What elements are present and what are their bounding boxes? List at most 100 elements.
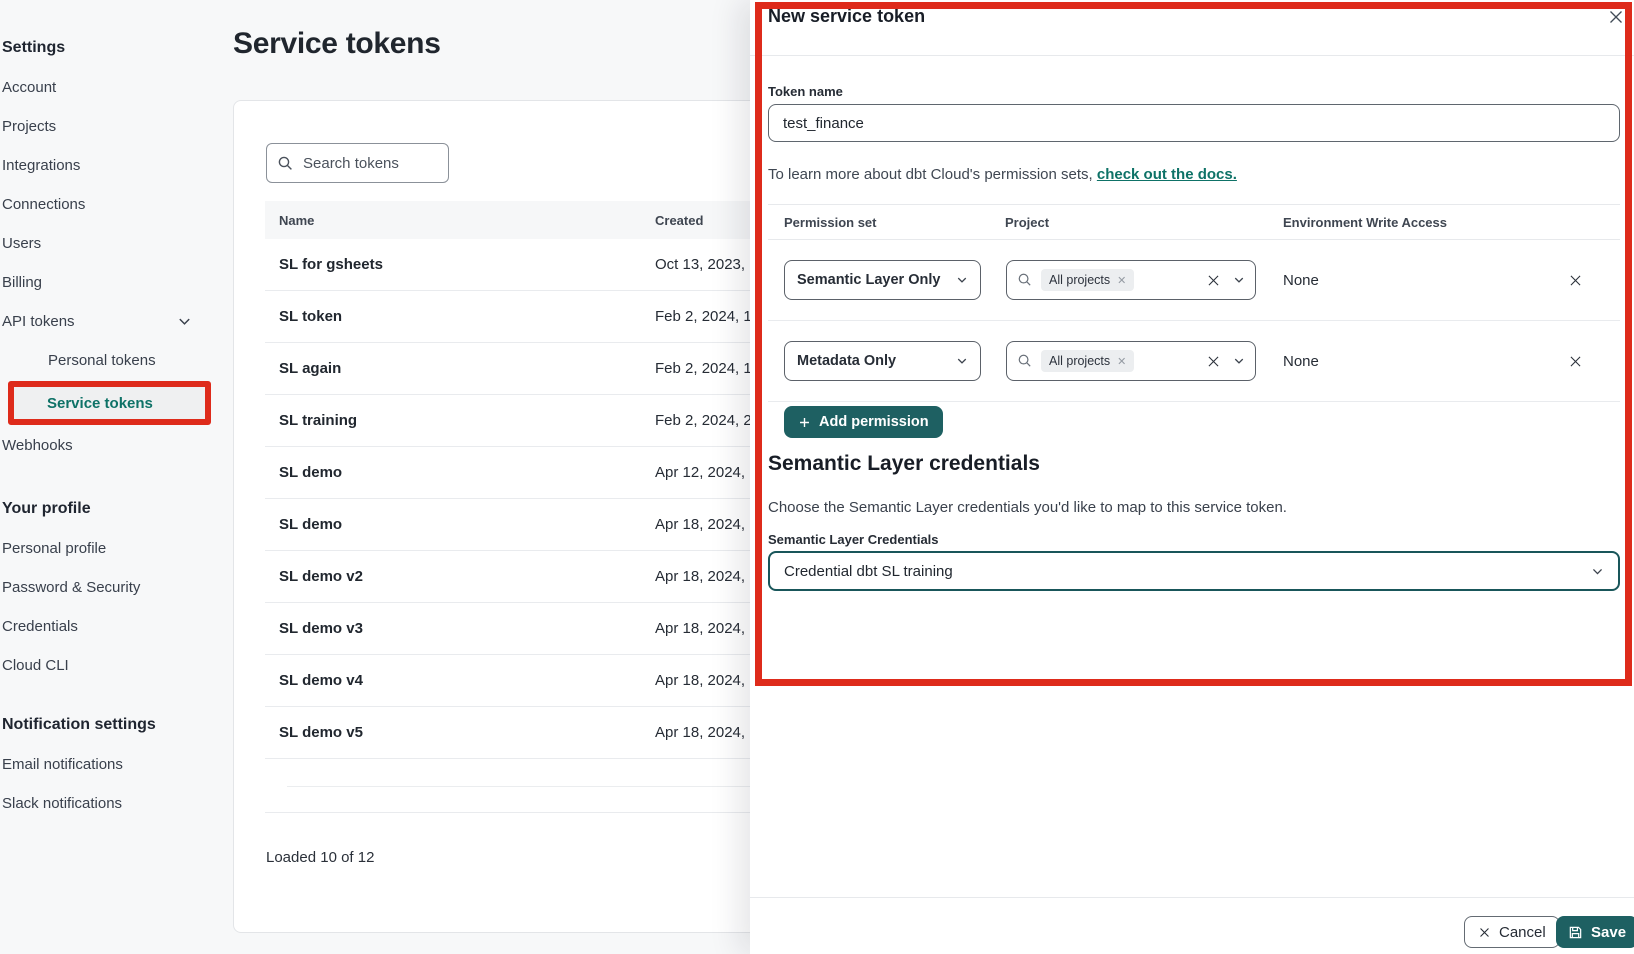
token-created: Apr 18, 2024, [655,672,745,689]
token-name-label: Token name [768,84,843,99]
semantic-layer-credentials-heading: Semantic Layer credentials [768,452,1040,476]
page-title: Service tokens [233,27,441,61]
cancel-button[interactable]: Cancel [1464,916,1560,948]
docs-text: To learn more about dbt Cloud's permissi… [768,166,1097,183]
save-label: Save [1591,924,1626,941]
permission-docs-text: To learn more about dbt Cloud's permissi… [768,166,1237,183]
sidebar-item-password-security[interactable]: Password & Security [0,568,218,607]
annotation-box-service-tokens: Service tokens [8,381,211,425]
sidebar-item-webhooks[interactable]: Webhooks [0,426,218,465]
token-name: SL again [265,360,655,377]
sidebar-item-api-tokens[interactable]: API tokens [0,302,218,341]
chip-label: All projects [1049,354,1110,368]
token-name: SL for gsheets [265,256,655,273]
token-name: SL demo [265,516,655,533]
column-header-created: Created [655,213,703,228]
drawer-title: New service token [768,6,925,27]
close-icon [1478,926,1491,939]
remove-permission-icon[interactable] [1568,273,1583,288]
semantic-layer-credentials-label: Semantic Layer Credentials [768,532,939,547]
save-button[interactable]: Save [1556,916,1634,948]
token-created: Feb 2, 2024, 1 [655,360,752,377]
chevron-down-icon [1591,565,1604,578]
sidebar-item-projects[interactable]: Projects [0,107,218,146]
token-created: Feb 2, 2024, 1 [655,308,752,325]
sidebar-item-service-tokens[interactable]: Service tokens [14,387,205,419]
permissions-header-row: Permission set Project Environment Write… [768,204,1620,240]
token-name: SL demo v4 [265,672,655,689]
add-permission-button[interactable]: Add permission [784,406,943,438]
token-created: Apr 18, 2024, [655,620,745,637]
docs-link[interactable]: check out the docs. [1097,166,1237,183]
chevron-down-icon [177,314,192,329]
close-icon[interactable] [1607,8,1625,26]
chevron-down-icon[interactable] [1233,355,1245,367]
drawer-header-divider [750,55,1634,56]
column-header-env-write: Environment Write Access [1283,215,1447,230]
search-input[interactable] [303,155,433,172]
search-icon [277,155,294,172]
token-name-input[interactable] [768,104,1620,142]
sidebar-section-notification-settings: Notification settings [0,705,218,745]
cancel-label: Cancel [1499,924,1546,941]
token-created: Apr 12, 2024, [655,464,745,481]
clear-selection-icon[interactable] [1206,354,1221,369]
project-multiselect[interactable]: All projects ✕ [1006,260,1256,300]
sidebar-item-email-notifications[interactable]: Email notifications [0,745,218,784]
token-name: SL token [265,308,655,325]
search-icon [1017,272,1033,288]
permission-set-value: Metadata Only [797,353,896,369]
sidebar-item-account[interactable]: Account [0,68,218,107]
permission-set-dropdown[interactable]: Semantic Layer Only [784,260,981,300]
new-service-token-drawer: New service token Token name To learn mo… [750,0,1634,954]
sidebar-item-connections[interactable]: Connections [0,185,218,224]
sidebar-section-settings: Settings [0,28,218,68]
semantic-layer-credentials-description: Choose the Semantic Layer credentials yo… [768,499,1287,516]
token-name: SL demo [265,464,655,481]
token-name: SL training [265,412,655,429]
sidebar-item-billing[interactable]: Billing [0,263,218,302]
credentials-selected-value: Credential dbt SL training [784,563,953,580]
permission-row: Semantic Layer Only All projects ✕ [768,240,1620,321]
column-header-project: Project [1005,215,1049,230]
permission-set-value: Semantic Layer Only [797,272,940,288]
project-chip[interactable]: All projects ✕ [1041,350,1134,372]
sidebar-item-slack-notifications[interactable]: Slack notifications [0,784,218,823]
add-permission-label: Add permission [819,414,929,430]
project-chip[interactable]: All projects ✕ [1041,269,1134,291]
chevron-down-icon[interactable] [1233,274,1245,286]
token-created: Apr 18, 2024, [655,516,745,533]
save-icon [1568,925,1583,940]
chip-label: All projects [1049,273,1110,287]
token-created: Feb 2, 2024, 2 [655,412,752,429]
permissions-table: Permission set Project Environment Write… [768,204,1620,402]
token-name: SL demo v5 [265,724,655,741]
sidebar-item-integrations[interactable]: Integrations [0,146,218,185]
env-write-access-value: None [1283,353,1319,370]
permission-set-dropdown[interactable]: Metadata Only [784,341,981,381]
chip-remove-icon[interactable]: ✕ [1117,355,1126,368]
column-header-permission-set: Permission set [784,215,877,230]
permission-row: Metadata Only All projects ✕ [768,321,1620,402]
chevron-down-icon [956,274,968,286]
sidebar-item-users[interactable]: Users [0,224,218,263]
search-tokens-field[interactable] [266,143,449,183]
sidebar-item-credentials[interactable]: Credentials [0,607,218,646]
clear-selection-icon[interactable] [1206,273,1221,288]
loaded-count: Loaded 10 of 12 [266,849,374,866]
project-multiselect[interactable]: All projects ✕ [1006,341,1256,381]
token-name: SL demo v3 [265,620,655,637]
chip-remove-icon[interactable]: ✕ [1117,274,1126,287]
sidebar-item-cloud-cli[interactable]: Cloud CLI [0,646,218,685]
sidebar-item-personal-profile[interactable]: Personal profile [0,529,218,568]
remove-permission-icon[interactable] [1568,354,1583,369]
token-created: Apr 18, 2024, [655,568,745,585]
sidebar-item-personal-tokens[interactable]: Personal tokens [0,341,218,380]
sidebar-item-label: API tokens [2,313,75,330]
settings-sidebar: Settings Account Projects Integrations C… [0,0,218,823]
plus-icon [798,416,811,429]
token-created: Apr 18, 2024, [655,724,745,741]
drawer-footer-divider [750,897,1634,898]
semantic-layer-credentials-select[interactable]: Credential dbt SL training [768,551,1620,591]
chevron-down-icon [956,355,968,367]
